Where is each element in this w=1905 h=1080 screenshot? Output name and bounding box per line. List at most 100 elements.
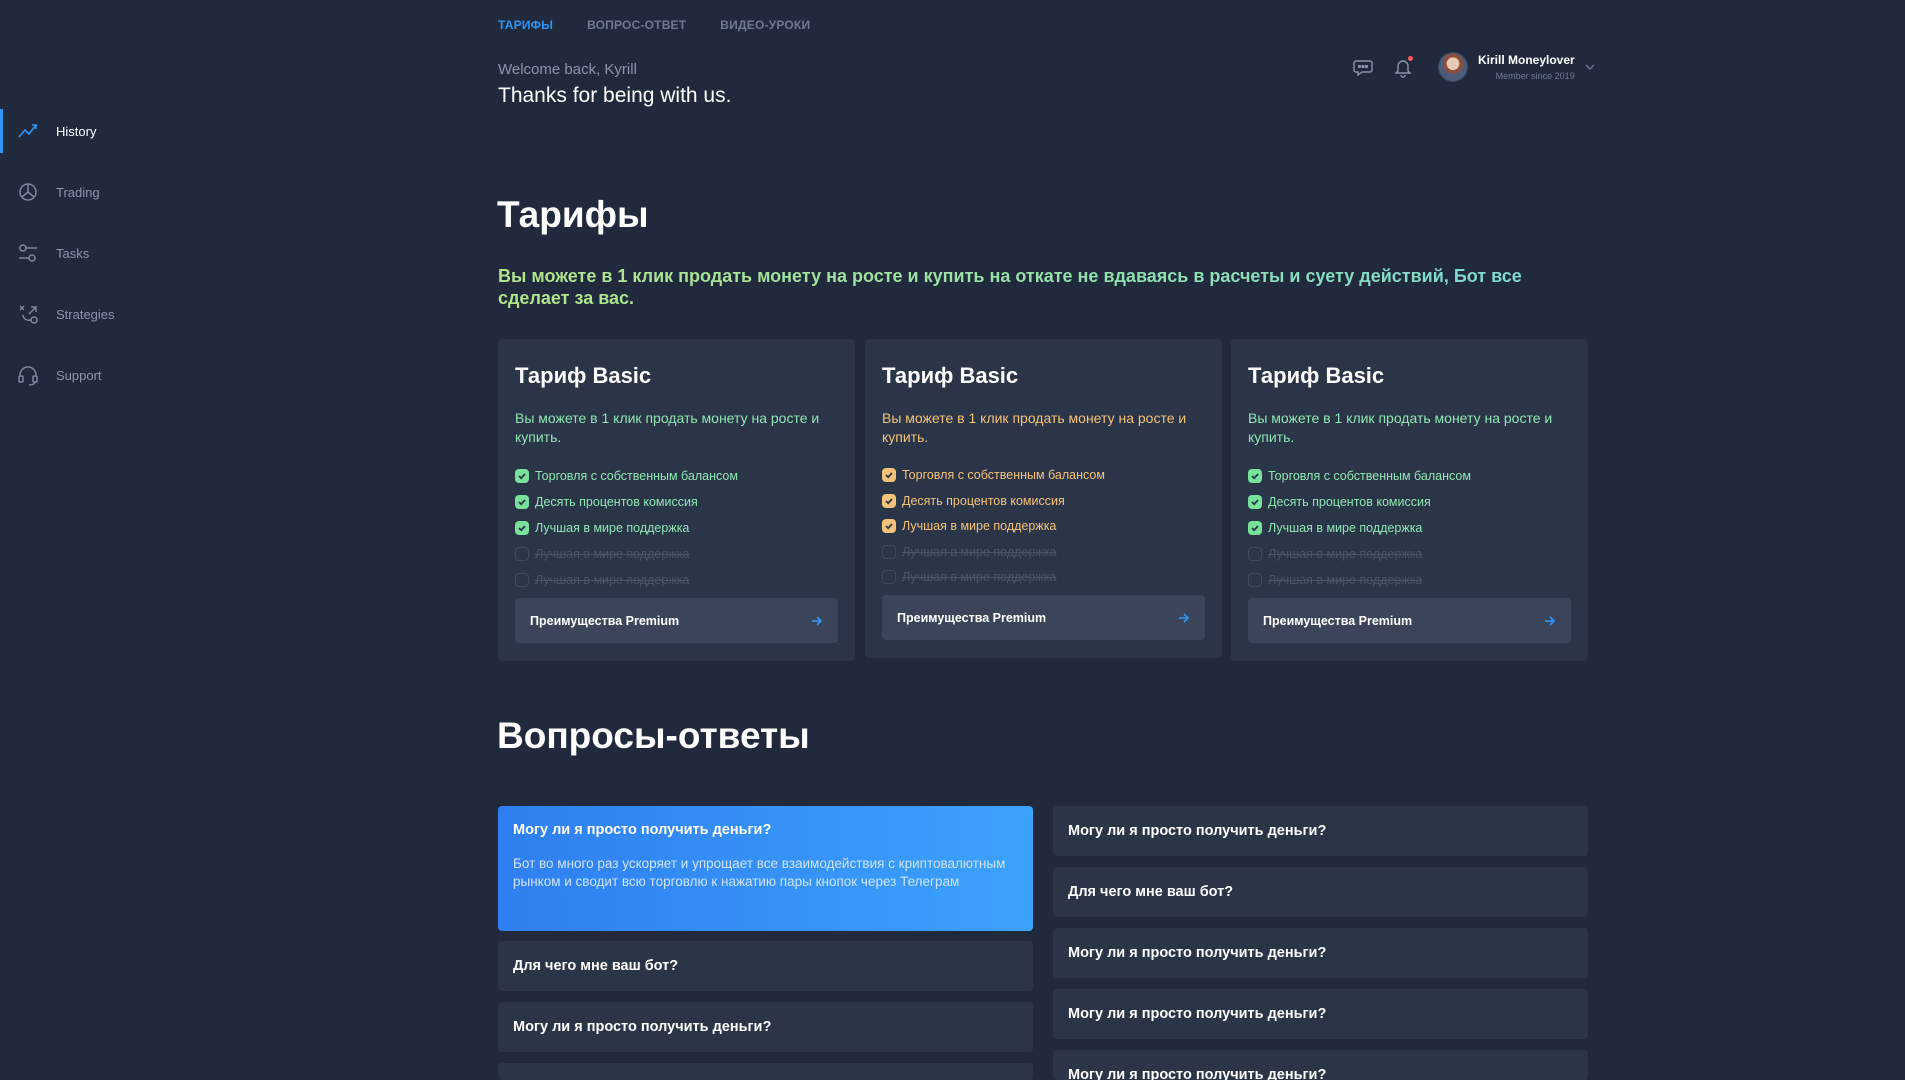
- feature-text: Лучшая в мире поддержка: [535, 547, 690, 561]
- chat-icon[interactable]: [1350, 54, 1376, 80]
- tab-faq[interactable]: ВОПРОС-ОТВЕТ: [587, 18, 686, 32]
- card-description: Вы можете в 1 клик продать монету на рос…: [515, 410, 820, 445]
- faq-item[interactable]: [498, 1063, 1033, 1080]
- card-title: Тариф Basic: [515, 363, 652, 388]
- sidebar-item-label: Trading: [56, 184, 100, 200]
- feature-text: Лучшая в мире поддержка: [1268, 547, 1423, 561]
- premium-benefits-button[interactable]: Преимущества Premium: [515, 598, 838, 643]
- button-label: Преимущества Premium: [1263, 613, 1413, 628]
- pie-chart-icon: [17, 181, 39, 203]
- premium-benefits-button[interactable]: Преимущества Premium: [882, 595, 1205, 640]
- feature-text: Торговля с собственным балансом: [902, 468, 1105, 482]
- feature-text: Десять процентов комиссия: [535, 495, 698, 509]
- headset-icon: [17, 364, 39, 386]
- top-nav: ТАРИФЫ ВОПРОС-ОТВЕТ ВИДЕО-УРОКИ: [498, 18, 810, 32]
- check-icon: [882, 494, 896, 508]
- welcome-text: Welcome back, Kyrill: [498, 61, 637, 78]
- tariff-card: Тариф Basic Вы можете в 1 клик продать м…: [865, 339, 1222, 658]
- user-since: Member since 2019: [1495, 71, 1575, 81]
- feature-item: Лучшая в мире поддержка: [515, 521, 689, 535]
- arrow-right-icon: [1179, 612, 1190, 623]
- faq-question: Для чего мне ваш бот?: [513, 958, 679, 974]
- sidebar-item-trading[interactable]: Trading: [0, 170, 200, 214]
- feature-item: Лучшая в мире поддержка: [1248, 521, 1422, 535]
- unchecked-icon: [1248, 547, 1262, 561]
- feature-item: Лучшая в мире поддержка: [882, 519, 1056, 533]
- feature-item-disabled: Лучшая в мире поддержка: [515, 547, 689, 561]
- feature-item: Десять процентов комиссия: [515, 495, 698, 509]
- faq-question: Могу ли я просто получить деньги?: [1068, 823, 1327, 839]
- card-title: Тариф Basic: [882, 363, 1019, 388]
- faq-question: Могу ли я просто получить деньги?: [1068, 945, 1327, 961]
- feature-text: Лучшая в мире поддержка: [902, 519, 1057, 533]
- strategy-icon: [17, 303, 39, 325]
- sidebar: History Trading Tasks Strategies Support: [0, 0, 200, 1080]
- feature-item-disabled: Лучшая в мире поддержка: [882, 545, 1056, 559]
- feature-text: Лучшая в мире поддержка: [902, 545, 1057, 559]
- sidebar-item-history[interactable]: History: [0, 109, 200, 153]
- tariff-card: Тариф Basic Вы можете в 1 клик продать м…: [498, 339, 855, 661]
- faq-question: Для чего мне ваш бот?: [1068, 884, 1234, 900]
- notification-dot: [1408, 56, 1413, 61]
- premium-benefits-button[interactable]: Преимущества Premium: [1248, 598, 1571, 643]
- feature-item-disabled: Лучшая в мире поддержка: [882, 570, 1056, 584]
- check-icon: [515, 495, 529, 509]
- sidebar-item-tasks[interactable]: Tasks: [0, 231, 200, 275]
- arrow-right-icon: [812, 615, 823, 626]
- faq-item[interactable]: Могу ли я просто получить деньги?: [498, 1002, 1033, 1052]
- faq-question: Могу ли я просто получить деньги?: [513, 822, 772, 838]
- user-name: Kirill Moneylover: [1478, 53, 1575, 67]
- sidebar-item-strategies[interactable]: Strategies: [0, 292, 200, 336]
- feature-item-disabled: Лучшая в мире поддержка: [1248, 547, 1422, 561]
- bell-icon[interactable]: [1390, 54, 1416, 80]
- faq-item[interactable]: Могу ли я просто получить деньги?: [1053, 1050, 1588, 1080]
- feature-item: Торговля с собственным балансом: [515, 469, 738, 483]
- feature-text: Десять процентов комиссия: [1268, 495, 1431, 509]
- check-icon: [1248, 469, 1262, 483]
- unchecked-icon: [515, 573, 529, 587]
- card-description: Вы можете в 1 клик продать монету на рос…: [1248, 410, 1553, 445]
- feature-item: Десять процентов комиссия: [1248, 495, 1431, 509]
- tariffs-title: Тарифы: [497, 194, 649, 235]
- avatar[interactable]: [1438, 52, 1468, 82]
- sidebar-item-label: Strategies: [56, 306, 115, 322]
- feature-text: Лучшая в мире поддержка: [535, 521, 690, 535]
- check-icon: [882, 468, 896, 482]
- tab-video-lessons[interactable]: ВИДЕО-УРОКИ: [720, 18, 810, 32]
- feature-item: Торговля с собственным балансом: [1248, 469, 1471, 483]
- chevron-down-icon[interactable]: [1584, 61, 1596, 73]
- sidebar-item-support[interactable]: Support: [0, 353, 200, 397]
- user-info[interactable]: Kirill Moneylover Member since 2019: [1478, 53, 1575, 81]
- feature-item-disabled: Лучшая в мире поддержка: [515, 573, 689, 587]
- sliders-icon: [17, 242, 39, 264]
- faq-item-expanded[interactable]: Могу ли я просто получить деньги? Бот во…: [498, 806, 1033, 931]
- check-icon: [515, 469, 529, 483]
- feature-item: Торговля с собственным балансом: [882, 468, 1105, 482]
- faq-item[interactable]: Могу ли я просто получить деньги?: [1053, 928, 1588, 978]
- unchecked-icon: [882, 570, 896, 584]
- tariffs-lead: Вы можете в 1 клик продать монету на рос…: [498, 265, 1598, 309]
- feature-item-disabled: Лучшая в мире поддержка: [1248, 573, 1422, 587]
- tab-tariffs[interactable]: ТАРИФЫ: [498, 18, 553, 32]
- feature-item: Десять процентов комиссия: [882, 494, 1065, 508]
- unchecked-icon: [882, 545, 896, 559]
- check-icon: [882, 519, 896, 533]
- user-header: Kirill Moneylover Member since 2019: [1350, 52, 1596, 82]
- thanks-text: Thanks for being with us.: [498, 84, 732, 107]
- feature-text: Торговля с собственным балансом: [535, 469, 738, 483]
- feature-text: Десять процентов комиссия: [902, 494, 1065, 508]
- check-icon: [1248, 521, 1262, 535]
- faq-question: Могу ли я просто получить деньги?: [1068, 1006, 1327, 1022]
- faq-answer: Бот во много раз ускоряет и упрощает все…: [513, 856, 1006, 889]
- faq-item[interactable]: Для чего мне ваш бот?: [1053, 867, 1588, 917]
- unchecked-icon: [1248, 573, 1262, 587]
- button-label: Преимущества Premium: [897, 610, 1047, 625]
- card-title: Тариф Basic: [1248, 363, 1385, 388]
- feature-text: Лучшая в мире поддержка: [1268, 521, 1423, 535]
- chart-line-icon: [17, 120, 39, 142]
- faq-question: Могу ли я просто получить деньги?: [513, 1019, 772, 1035]
- check-icon: [1248, 495, 1262, 509]
- faq-item[interactable]: Для чего мне ваш бот?: [498, 941, 1033, 991]
- faq-item[interactable]: Могу ли я просто получить деньги?: [1053, 989, 1588, 1039]
- faq-item[interactable]: Могу ли я просто получить деньги?: [1053, 806, 1588, 856]
